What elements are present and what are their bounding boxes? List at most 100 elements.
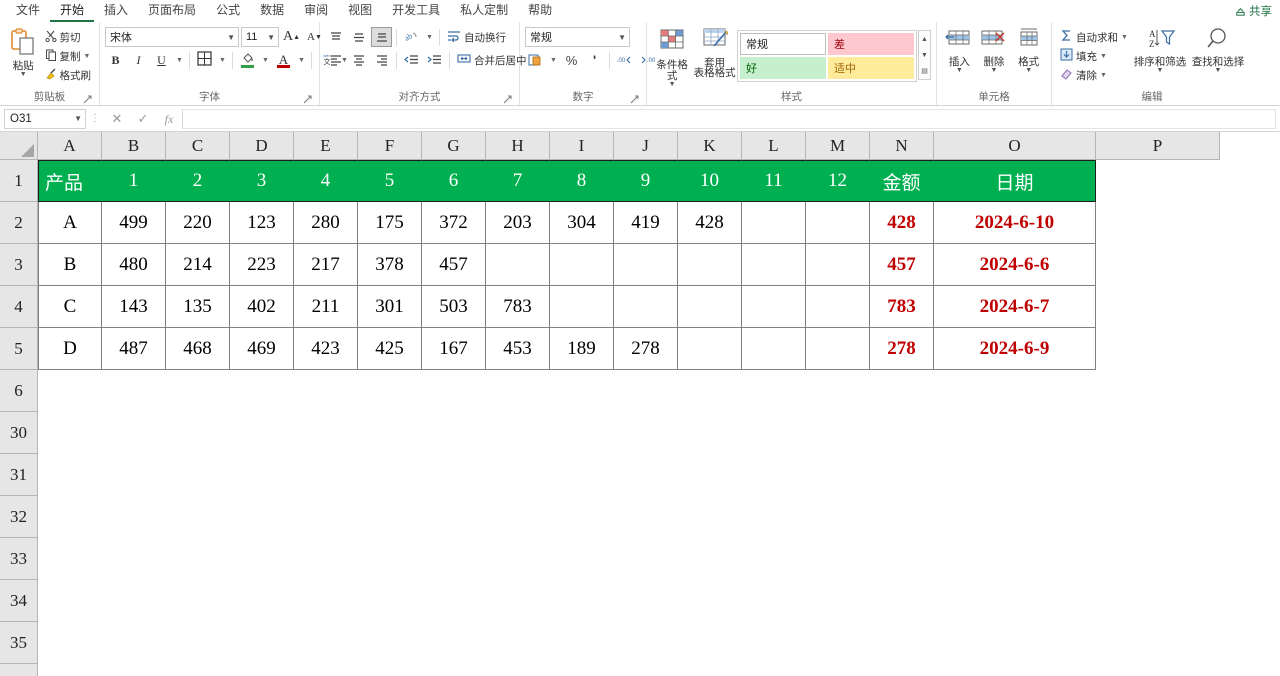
font-size-combo[interactable]: 11 ▼	[241, 27, 279, 47]
row-header-6[interactable]: 6	[0, 370, 38, 412]
bold-button[interactable]: B	[105, 50, 126, 70]
cell-C30[interactable]	[166, 412, 230, 454]
header-cell-L1[interactable]: 11	[742, 160, 806, 202]
cell-J34[interactable]	[614, 580, 678, 622]
clear-button[interactable]: 清除 ▼	[1057, 66, 1131, 84]
align-middle-button[interactable]	[348, 27, 369, 47]
column-header-G[interactable]: G	[422, 132, 486, 160]
header-cell-B1[interactable]: 1	[102, 160, 166, 202]
cell-styles-gallery[interactable]: 常规 差 好 适中	[737, 30, 917, 82]
cell-C5[interactable]: 468	[166, 328, 230, 370]
formula-bar-handle[interactable]: ⋮	[86, 113, 104, 124]
cell-K3[interactable]	[678, 244, 742, 286]
cell-C6[interactable]	[166, 370, 230, 412]
currency-dropdown[interactable]: ▼	[548, 50, 559, 70]
cell-G2[interactable]: 372	[422, 202, 486, 244]
borders-dropdown[interactable]: ▼	[217, 50, 228, 70]
cell-B36[interactable]	[102, 664, 166, 676]
cell-H31[interactable]	[486, 454, 550, 496]
cell-O3[interactable]: 2024-6-6	[934, 244, 1096, 286]
cell-M36[interactable]	[806, 664, 870, 676]
chevron-down-icon[interactable]: ▼	[956, 67, 963, 74]
cell-H35[interactable]	[486, 622, 550, 664]
cell-D30[interactable]	[230, 412, 294, 454]
row-header-1[interactable]: 1	[0, 160, 38, 202]
format-cells-button[interactable]: 格式 ▼	[1011, 25, 1046, 74]
cell-N3[interactable]: 457	[870, 244, 934, 286]
cell-L31[interactable]	[742, 454, 806, 496]
dialog-launcher-icon[interactable]	[303, 95, 312, 104]
cell-J2[interactable]: 419	[614, 202, 678, 244]
fill-button[interactable]: 填充 ▼	[1057, 47, 1131, 65]
cell-A4[interactable]: C	[38, 286, 102, 328]
cell-C4[interactable]: 135	[166, 286, 230, 328]
cell-G33[interactable]	[422, 538, 486, 580]
cell-O35[interactable]	[934, 622, 1096, 664]
conditional-format-button[interactable]: 条件格式 ▼	[652, 26, 692, 88]
chevron-down-icon[interactable]: ▼	[1156, 67, 1163, 74]
cell-A3[interactable]: B	[38, 244, 102, 286]
column-header-N[interactable]: N	[870, 132, 934, 160]
tab-7[interactable]: 视图	[338, 0, 382, 22]
cell-G3[interactable]: 457	[422, 244, 486, 286]
cell-O4[interactable]: 2024-6-7	[934, 286, 1096, 328]
cell-H3[interactable]	[486, 244, 550, 286]
tab-8[interactable]: 开发工具	[382, 0, 450, 22]
header-cell-J1[interactable]: 9	[614, 160, 678, 202]
cell-H34[interactable]	[486, 580, 550, 622]
cell-C34[interactable]	[166, 580, 230, 622]
tab-1[interactable]: 开始	[50, 0, 95, 22]
cell-E6[interactable]	[294, 370, 358, 412]
header-cell-I1[interactable]: 8	[550, 160, 614, 202]
gallery-more[interactable]: ▤	[919, 63, 930, 79]
header-cell-G1[interactable]: 6	[422, 160, 486, 202]
cell-K4[interactable]	[678, 286, 742, 328]
cell-C33[interactable]	[166, 538, 230, 580]
cell-H33[interactable]	[486, 538, 550, 580]
cell-D3[interactable]: 223	[230, 244, 294, 286]
cell-P30[interactable]	[1096, 412, 1220, 454]
cell-E4[interactable]: 211	[294, 286, 358, 328]
cell-M6[interactable]	[806, 370, 870, 412]
cell-F30[interactable]	[358, 412, 422, 454]
cell-M3[interactable]	[806, 244, 870, 286]
cell-N2[interactable]: 428	[870, 202, 934, 244]
cell-P31[interactable]	[1096, 454, 1220, 496]
cell-E5[interactable]: 423	[294, 328, 358, 370]
cell-A31[interactable]	[38, 454, 102, 496]
cell-B2[interactable]: 499	[102, 202, 166, 244]
cell-O33[interactable]	[934, 538, 1096, 580]
cell-G34[interactable]	[422, 580, 486, 622]
cell-J35[interactable]	[614, 622, 678, 664]
row-header-5[interactable]: 5	[0, 328, 38, 370]
cell-P34[interactable]	[1096, 580, 1220, 622]
chevron-down-icon[interactable]: ▼	[1215, 67, 1222, 74]
cell-I31[interactable]	[550, 454, 614, 496]
cell-A34[interactable]	[38, 580, 102, 622]
increase-decimal-button[interactable]: .00	[614, 50, 635, 70]
increase-indent-button[interactable]	[424, 50, 445, 70]
cell-K33[interactable]	[678, 538, 742, 580]
cell-C35[interactable]	[166, 622, 230, 664]
cell-D34[interactable]	[230, 580, 294, 622]
cell-K35[interactable]	[678, 622, 742, 664]
cell-F36[interactable]	[358, 664, 422, 676]
cell-M35[interactable]	[806, 622, 870, 664]
cell-B35[interactable]	[102, 622, 166, 664]
format-painter-button[interactable]: 格式刷	[42, 66, 95, 84]
header-cell-H1[interactable]: 7	[486, 160, 550, 202]
header-cell-D1[interactable]: 3	[230, 160, 294, 202]
cell-P36[interactable]	[1096, 664, 1220, 676]
cell-H5[interactable]: 453	[486, 328, 550, 370]
align-right-button[interactable]	[371, 50, 392, 70]
cell-G6[interactable]	[422, 370, 486, 412]
underline-dropdown[interactable]: ▼	[174, 50, 185, 70]
cell-A33[interactable]	[38, 538, 102, 580]
column-header-D[interactable]: D	[230, 132, 294, 160]
cell-E35[interactable]	[294, 622, 358, 664]
cell-J4[interactable]	[614, 286, 678, 328]
cell-L2[interactable]	[742, 202, 806, 244]
cell-O6[interactable]	[934, 370, 1096, 412]
cell-K6[interactable]	[678, 370, 742, 412]
cell-M2[interactable]	[806, 202, 870, 244]
